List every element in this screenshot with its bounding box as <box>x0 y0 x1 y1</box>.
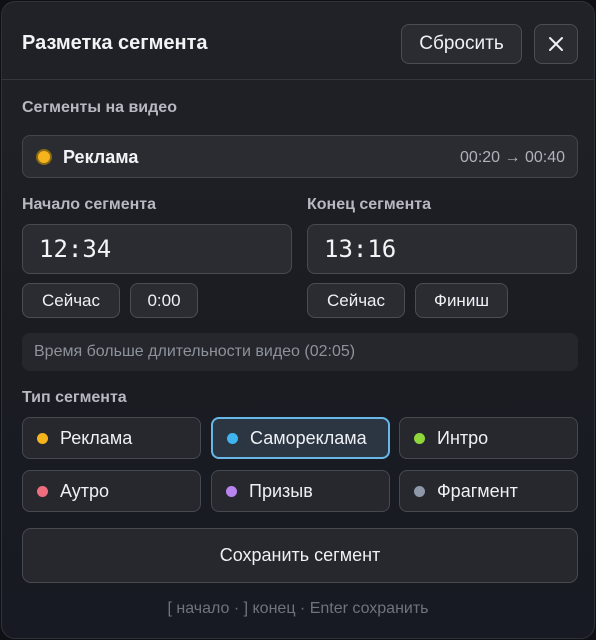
duration-warning: Время больше длительности видео (02:05) <box>22 333 578 371</box>
segment-name: Реклама <box>63 147 139 167</box>
type-button-ad[interactable]: Реклама <box>22 417 201 459</box>
segment-markup-panel: Разметка сегмента Сбросить Сегменты на в… <box>1 1 595 639</box>
segment-range: 00:20 → 00:40 <box>460 149 565 166</box>
segment-color-dot <box>36 149 52 165</box>
reset-button[interactable]: Сбросить <box>401 24 522 64</box>
type-dot-icon <box>414 485 425 497</box>
end-finish-button[interactable]: Финиш <box>415 283 508 318</box>
close-icon <box>549 37 563 51</box>
keyboard-hint: [ начало · ] конец · Enter сохранить <box>167 600 429 617</box>
type-label: Фрагмент <box>437 480 518 501</box>
start-label: Начало сегмента <box>22 196 157 213</box>
type-dot-icon <box>414 432 425 444</box>
save-segment-button[interactable]: Сохранить сегмент <box>22 528 578 583</box>
segment-list-item[interactable]: Реклама 00:20 → 00:40 <box>22 135 578 178</box>
type-label: Интро <box>437 427 489 448</box>
type-label: Самореклама <box>250 427 367 448</box>
type-button-cta[interactable]: Призыв <box>211 470 390 512</box>
type-button-fragment[interactable]: Фрагмент <box>399 470 578 512</box>
type-button-self-promo[interactable]: Самореклама <box>211 417 390 459</box>
end-label: Конец сегмента <box>307 196 431 213</box>
type-button-outro[interactable]: Аутро <box>22 470 201 512</box>
segments-section-label: Сегменты на видео <box>22 99 177 116</box>
type-label: Реклама <box>60 427 133 448</box>
type-dot-icon <box>226 485 237 497</box>
type-button-intro[interactable]: Интро <box>399 417 578 459</box>
type-dot-icon <box>227 432 238 444</box>
panel-header: Разметка сегмента Сбросить <box>2 2 594 80</box>
type-dot-icon <box>37 485 48 497</box>
type-dot-icon <box>37 432 48 444</box>
type-label: Призыв <box>249 480 313 501</box>
start-time-input[interactable]: 12:34 <box>22 224 292 274</box>
end-time-input[interactable]: 13:16 <box>307 224 577 274</box>
type-section-label: Тип сегмента <box>22 389 127 406</box>
type-label: Аутро <box>60 480 110 501</box>
start-zero-button[interactable]: 0:00 <box>130 283 198 318</box>
close-button[interactable] <box>534 24 578 64</box>
end-now-button[interactable]: Сейчас <box>307 283 405 318</box>
panel-title: Разметка сегмента <box>22 32 208 54</box>
start-now-button[interactable]: Сейчас <box>22 283 120 318</box>
